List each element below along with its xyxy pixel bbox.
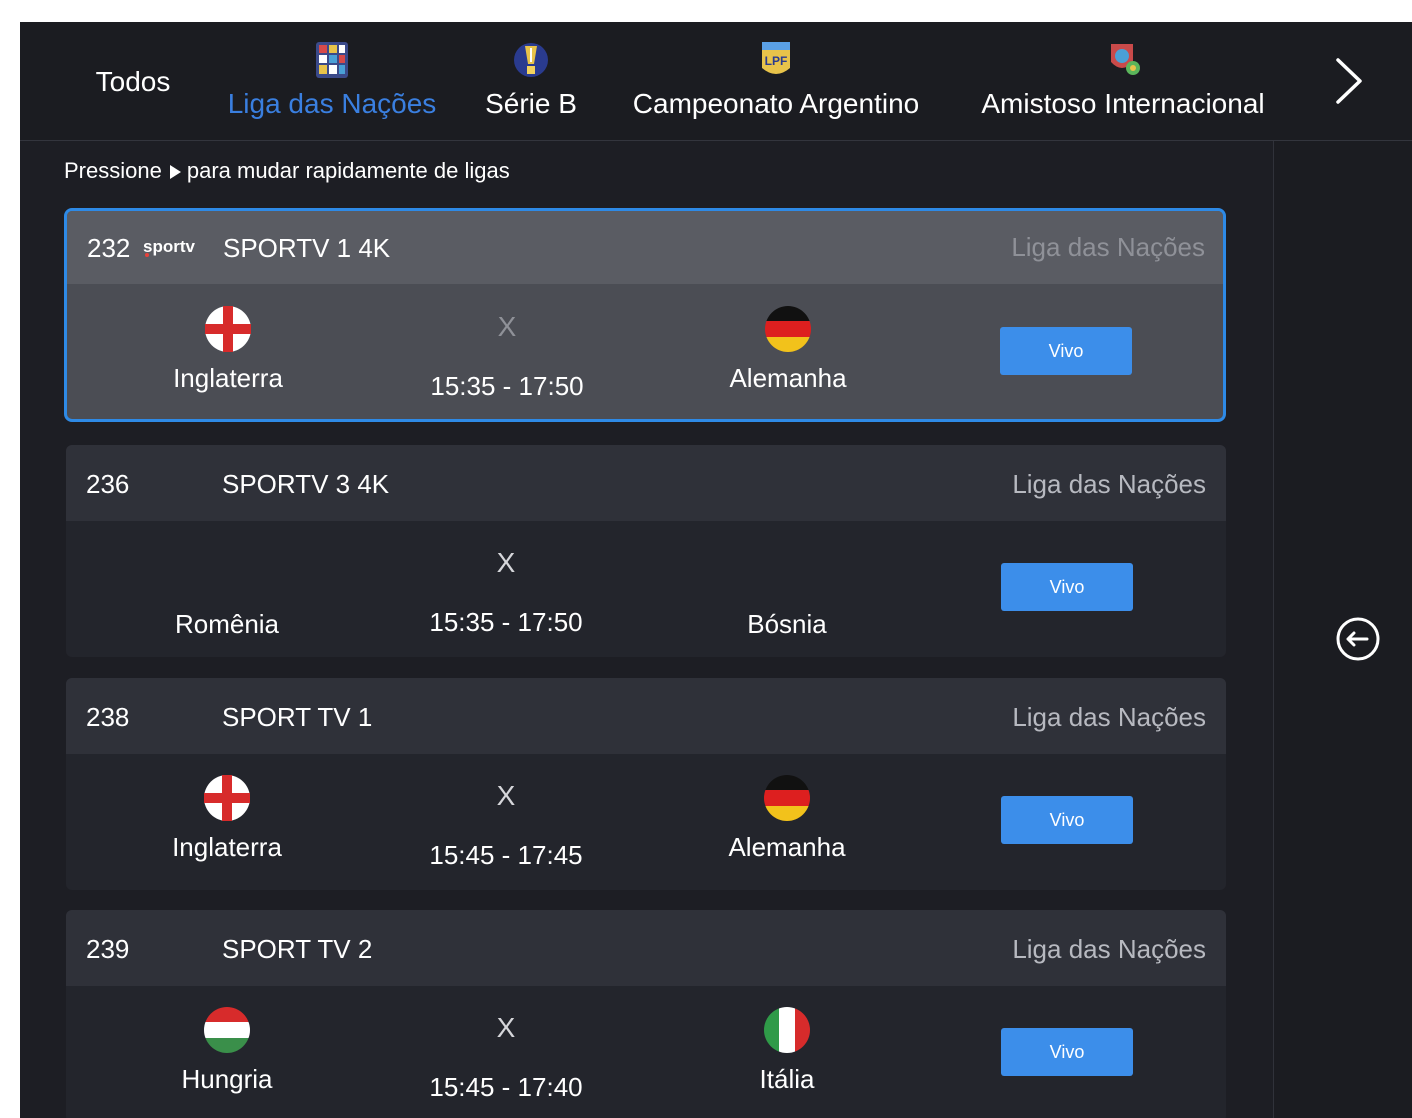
- team-name: Bósnia: [747, 609, 827, 639]
- live-button[interactable]: Vivo: [1001, 1028, 1133, 1076]
- lpf-icon: LPF: [762, 42, 790, 74]
- tab-liga-das-nacoes[interactable]: Liga das Nações: [220, 22, 444, 140]
- match-time: 15:35 - 17:50: [429, 607, 583, 637]
- team-name: Alemanha: [728, 832, 846, 862]
- tab-todos[interactable]: Todos: [80, 22, 186, 140]
- home-team: Inglaterra: [107, 774, 347, 863]
- tab-label: Liga das Nações: [227, 88, 437, 119]
- nations-league-icon: [316, 42, 348, 78]
- versus-mark: X: [496, 780, 516, 811]
- tab-campeonato-argentino[interactable]: LPF Campeonato Argentino: [620, 22, 932, 140]
- channel-name: SPORTV 3 4K: [222, 469, 390, 499]
- channel-number: 238: [86, 702, 130, 732]
- channel-name: SPORT TV 1: [222, 702, 373, 732]
- team-name: Alemanha: [729, 363, 847, 393]
- play-triangle-icon: [169, 165, 181, 179]
- tab-amistoso-internacional[interactable]: Amistoso Internacional: [968, 22, 1278, 140]
- match-card[interactable]: 238 SPORT TV 1 Liga das Nações Inglaterr…: [66, 678, 1226, 890]
- versus-mark: X: [497, 311, 517, 342]
- channel-name: SPORT TV 2: [222, 934, 373, 964]
- match-card[interactable]: 236 SPORTV 3 4K Liga das Nações Romênia …: [66, 445, 1226, 657]
- england-flag-icon: [205, 306, 251, 352]
- app-screen: Todos Liga das Nações Série B LPF Campeo…: [20, 22, 1412, 1118]
- away-team: Alemanha: [667, 774, 907, 863]
- channel-number: 232: [87, 233, 131, 263]
- match-card[interactable]: 239 SPORT TV 2 Liga das Nações Hungria X…: [66, 910, 1226, 1118]
- chevron-right-icon[interactable]: [1328, 54, 1368, 108]
- home-team: Inglaterra: [108, 305, 348, 394]
- sportv-logo: sportv: [143, 237, 196, 257]
- league-tag: Liga das Nações: [1011, 232, 1205, 262]
- home-team: Hungria: [107, 1006, 347, 1095]
- league-tab-bar: Todos Liga das Nações Série B LPF Campeo…: [20, 22, 1412, 141]
- league-tag: Liga das Nações: [1012, 702, 1206, 732]
- live-button[interactable]: Vivo: [1001, 796, 1133, 844]
- tab-label: Série B: [485, 88, 577, 119]
- international-friendly-icon: [1111, 44, 1140, 75]
- away-team: Alemanha: [668, 305, 908, 394]
- england-flag-icon: [204, 775, 250, 821]
- svg-text:LPF: LPF: [765, 54, 788, 68]
- away-team: Bósnia: [667, 541, 907, 640]
- match-time: 15:35 - 17:50: [430, 371, 584, 401]
- versus-mark: X: [496, 1012, 516, 1043]
- match-time: 15:45 - 17:45: [429, 840, 583, 870]
- tab-label: Campeonato Argentino: [632, 88, 920, 119]
- channel-name: SPORTV 1 4K: [223, 233, 391, 263]
- tab-label: Amistoso Internacional: [981, 88, 1265, 119]
- league-tag: Liga das Nações: [1012, 934, 1206, 964]
- italy-flag-icon: [764, 1007, 810, 1053]
- serie-b-trophy-icon: [514, 43, 548, 77]
- match-time: 15:45 - 17:40: [429, 1072, 583, 1102]
- channel-number: 236: [86, 469, 130, 499]
- channel-number: 239: [86, 934, 130, 964]
- sportv-logo-text: sportv: [143, 237, 196, 256]
- right-rail: [1273, 141, 1412, 1118]
- team-name: Hungria: [181, 1064, 273, 1094]
- team-name: Inglaterra: [173, 363, 283, 393]
- tab-serie-b[interactable]: Série B: [478, 22, 584, 140]
- hungary-flag-icon: [204, 1007, 250, 1053]
- team-name: Romênia: [174, 609, 280, 639]
- team-name: Inglaterra: [172, 832, 282, 862]
- hint-before: Pressione: [64, 158, 162, 183]
- hint-after: para mudar rapidamente de ligas: [186, 158, 510, 183]
- back-icon[interactable]: [1334, 615, 1382, 663]
- tab-label: Todos: [95, 66, 171, 97]
- live-button[interactable]: Vivo: [1001, 563, 1133, 611]
- team-name: Itália: [759, 1064, 815, 1094]
- germany-flag-icon: [764, 775, 810, 821]
- live-button[interactable]: Vivo: [1000, 327, 1132, 375]
- match-card[interactable]: 232 sportv SPORTV 1 4K Liga das Nações I…: [64, 208, 1226, 422]
- home-team: Romênia: [107, 541, 347, 640]
- hint-text: Pressione para mudar rapidamente de ligas: [64, 158, 510, 184]
- league-tag: Liga das Nações: [1012, 469, 1206, 499]
- versus-mark: X: [496, 547, 516, 578]
- germany-flag-icon: [765, 306, 811, 352]
- away-team: Itália: [667, 1006, 907, 1095]
